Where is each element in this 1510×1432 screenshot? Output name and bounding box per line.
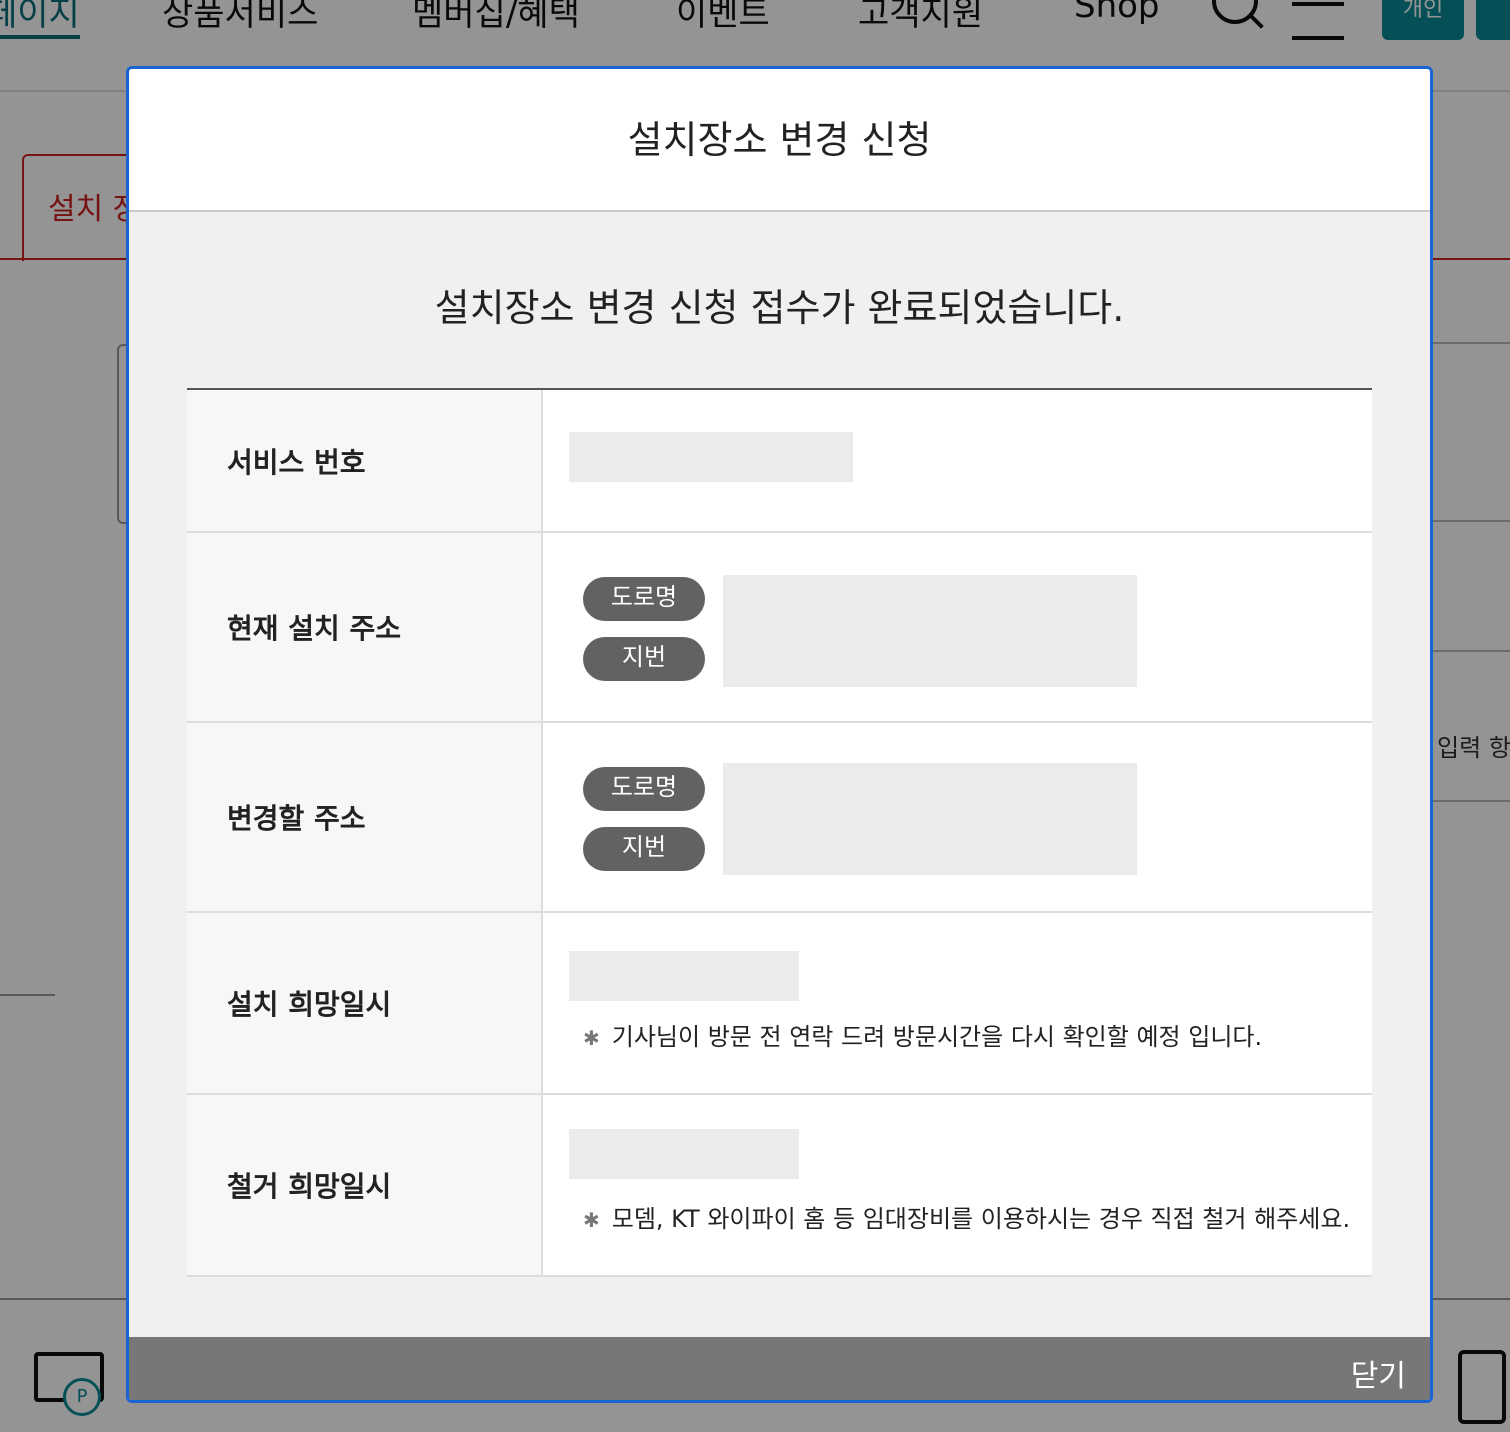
install-date-note-text: 기사님이 방문 전 연락 드려 방문시간을 다시 확인할 예정 입니다. (611, 1023, 1263, 1051)
table-row: 설치 희망일시 ✱ 기사님이 방문 전 연락 드려 방문시간을 다시 확인할 예정… (187, 913, 1372, 1095)
lot-address-badge: 지번 (583, 637, 705, 681)
row-header: 서비스 번호 (187, 390, 543, 531)
completion-message: 설치장소 변경 신청 접수가 완료되었습니다. (434, 286, 1125, 330)
lot-address-badge: 지번 (583, 827, 705, 871)
road-address-badge: 도로명 (583, 767, 705, 811)
row-header: 현재 설치 주소 (187, 533, 543, 721)
current-address-value (723, 575, 1137, 687)
modal-dialog: 설치장소 변경 신청 설치장소 변경 신청 접수가 완료되었습니다. 서비스 번… (126, 66, 1433, 1403)
asterisk-icon: ✱ (583, 1208, 600, 1232)
service-number-value (569, 432, 853, 482)
close-button[interactable]: 닫기 (1351, 1351, 1406, 1395)
modal-footer: 닫기 (129, 1337, 1430, 1400)
remove-date-note-text: 모뎀, KT 와이파이 홈 등 임대장비를 이용하시는 경우 직접 철거 해주세… (611, 1205, 1351, 1233)
row-header: 설치 희망일시 (187, 913, 543, 1093)
modal-header: 설치장소 변경 신청 (129, 69, 1430, 212)
row-label: 철거 희망일시 (227, 1170, 392, 1203)
new-address-value (723, 763, 1137, 875)
row-header: 변경할 주소 (187, 723, 543, 911)
install-date-value (569, 951, 799, 1001)
asterisk-icon: ✱ (583, 1026, 600, 1050)
info-table: 서비스 번호 현재 설치 주소 도로명 지번 변경할 주소 도로명 지번 설치 … (187, 388, 1372, 1277)
row-label: 현재 설치 주소 (227, 612, 402, 645)
row-label: 서비스 번호 (227, 445, 366, 479)
modal-title: 설치장소 변경 신청 (627, 118, 932, 162)
row-header: 철거 희망일시 (187, 1095, 543, 1275)
remove-date-note: ✱ 모뎀, KT 와이파이 홈 등 임대장비를 이용하시는 경우 직접 철거 해주… (583, 1199, 1350, 1234)
remove-date-value (569, 1129, 799, 1179)
table-row: 현재 설치 주소 도로명 지번 (187, 533, 1372, 723)
table-row: 변경할 주소 도로명 지번 (187, 723, 1372, 913)
table-row: 철거 희망일시 ✱ 모뎀, KT 와이파이 홈 등 임대장비를 이용하시는 경우 … (187, 1095, 1372, 1277)
install-date-note: ✱ 기사님이 방문 전 연락 드려 방문시간을 다시 확인할 예정 입니다. (583, 1017, 1262, 1052)
road-address-badge: 도로명 (583, 577, 705, 621)
table-row: 서비스 번호 (187, 390, 1372, 533)
row-label: 변경할 주소 (227, 802, 366, 835)
row-label: 설치 희망일시 (227, 988, 392, 1021)
